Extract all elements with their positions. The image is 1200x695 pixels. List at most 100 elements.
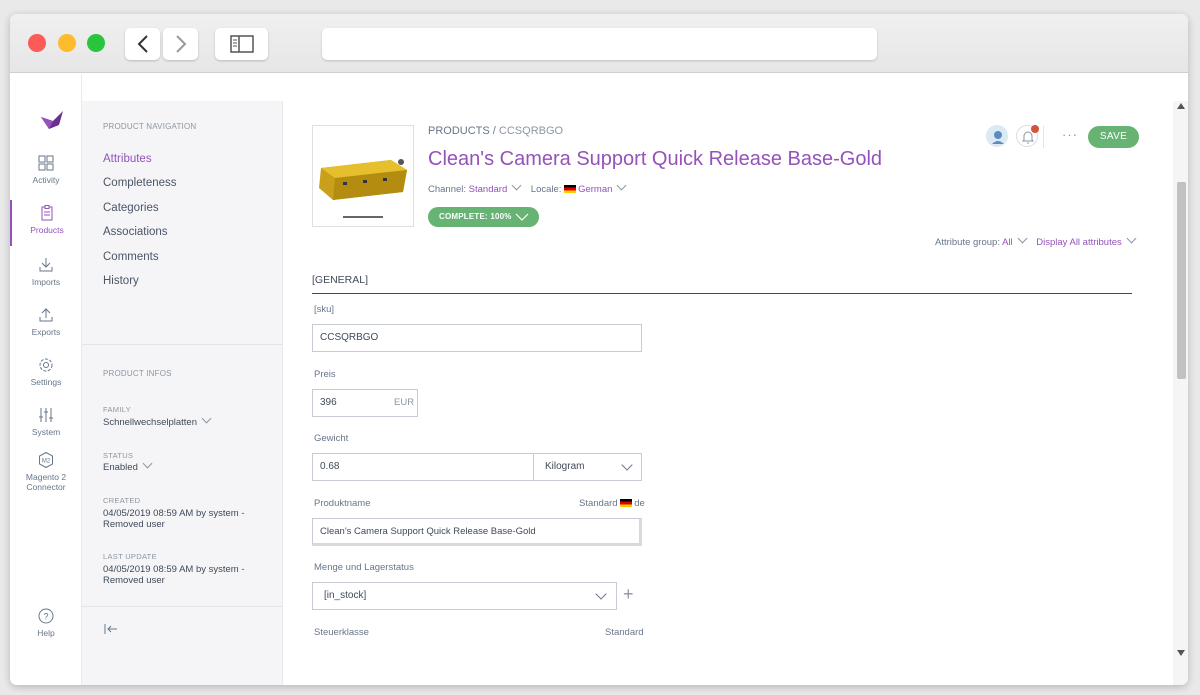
nav-imports-label: Imports — [31, 277, 61, 287]
nav-settings-label: Settings — [30, 377, 62, 387]
attribute-group-dropdown[interactable]: All — [1002, 237, 1013, 248]
scrollbar[interactable] — [1173, 101, 1188, 685]
nav-products-label: Products — [30, 225, 64, 235]
nav-connector-label: Connector — [26, 482, 66, 492]
subnav-associations[interactable]: Associations — [103, 226, 168, 238]
divider — [312, 293, 1132, 294]
locale-dropdown[interactable]: German — [578, 184, 612, 195]
gewicht-field[interactable]: 0.68 — [312, 453, 534, 481]
nav-exports-label: Exports — [31, 327, 61, 337]
maximize-window-button[interactable] — [87, 34, 105, 52]
status-dropdown[interactable]: Enabled — [103, 458, 263, 473]
completeness-badge[interactable]: COMPLETE: 100% — [428, 207, 539, 227]
page-title: Clean's Camera Support Quick Release Bas… — [428, 148, 883, 170]
chevron-down-icon — [1017, 233, 1028, 244]
menge-select[interactable]: [in_stock] — [312, 582, 617, 610]
nav-magento-label: Magento 2 — [25, 472, 67, 482]
browser-toolbar — [10, 14, 1188, 73]
created-label: CREATED — [103, 496, 141, 505]
family-dropdown[interactable]: Schnellwechselplatten — [103, 413, 263, 428]
context-switcher: Channel: Standard Locale: German — [428, 180, 627, 195]
subnav-attributes[interactable]: Attributes — [103, 153, 152, 165]
status-label: STATUS — [103, 451, 134, 460]
gewicht-unit-value: Kilogram — [545, 461, 585, 472]
produktname-scope: Standard de — [579, 498, 645, 509]
nav-activity[interactable]: Activity — [10, 154, 82, 204]
created-value: 04/05/2019 08:59 AM by system - Removed … — [103, 508, 245, 530]
nav-activity-label: Activity — [32, 175, 60, 185]
produktname-locale: de — [634, 498, 645, 509]
breadcrumb-products[interactable]: PRODUCTS — [428, 125, 490, 137]
preis-field[interactable]: 396 EUR — [312, 389, 418, 417]
save-button[interactable]: SAVE — [1088, 126, 1139, 148]
last-update-label: LAST UPDATE — [103, 552, 157, 561]
nav-imports[interactable]: Imports — [10, 256, 82, 306]
nav-exports[interactable]: Exports — [10, 306, 82, 356]
help-icon: ? — [38, 608, 54, 624]
channel-dropdown[interactable]: Standard — [469, 184, 508, 195]
steuerklasse-label: Steuerklasse — [314, 627, 369, 638]
gear-icon — [39, 358, 53, 372]
clipboard-icon — [41, 205, 53, 221]
last-update-value: 04/05/2019 08:59 AM by system - Removed … — [103, 564, 245, 586]
close-window-button[interactable] — [28, 34, 46, 52]
menge-label: Menge und Lagerstatus — [314, 562, 414, 573]
back-button[interactable] — [125, 28, 160, 60]
collapse-sidebar-icon[interactable] — [104, 623, 118, 635]
subnav-comments[interactable]: Comments — [103, 251, 159, 263]
chevron-left-icon — [137, 35, 148, 53]
german-flag-icon — [620, 499, 633, 507]
subnav-categories[interactable]: Categories — [103, 202, 159, 214]
notifications-button[interactable] — [1016, 125, 1039, 147]
subnav-history[interactable]: History — [103, 275, 139, 287]
scroll-up-icon[interactable] — [1177, 103, 1185, 109]
sliders-icon — [39, 408, 53, 422]
address-bar[interactable] — [322, 28, 877, 60]
nav-system-label: System — [31, 427, 61, 437]
add-option-button[interactable]: + — [623, 584, 634, 605]
product-thumbnail[interactable] — [312, 125, 414, 227]
nav-system[interactable]: System — [10, 406, 82, 456]
more-actions-button[interactable]: ··· — [1062, 127, 1078, 142]
produktname-channel: Standard — [579, 498, 618, 509]
chevron-down-icon — [201, 413, 212, 424]
chevron-down-icon — [621, 459, 633, 471]
app-area: Activity Products Imports Exports Settin… — [10, 74, 1188, 685]
sku-field[interactable]: CCSQRBGO — [312, 324, 642, 352]
dashboard-icon — [38, 155, 54, 171]
scrollbar-thumb[interactable] — [1177, 182, 1186, 379]
locale-label: Locale: — [530, 184, 562, 195]
display-attributes-dropdown[interactable]: Display All attributes — [1036, 237, 1122, 248]
nav-products[interactable]: Products — [10, 200, 82, 246]
status-value: Enabled — [103, 462, 138, 473]
german-flag-icon — [564, 185, 577, 193]
channel-label: Channel: — [428, 184, 467, 195]
gewicht-unit-select[interactable]: Kilogram — [533, 453, 642, 481]
preis-value: 396 — [320, 397, 337, 408]
akeneo-logo — [41, 111, 63, 129]
divider — [82, 606, 283, 607]
sidebar-toggle-button[interactable] — [215, 28, 268, 60]
nav-help[interactable]: ? Help — [10, 607, 82, 657]
user-avatar[interactable] — [986, 125, 1008, 147]
forward-button[interactable] — [163, 28, 198, 60]
product-navigation-title: PRODUCT NAVIGATION — [103, 122, 197, 131]
preis-label: Preis — [314, 369, 336, 380]
product-edit-form: PRODUCTS / CCSQRBGO Clean's Camera Suppo… — [283, 74, 1173, 685]
scroll-down-icon[interactable] — [1177, 650, 1185, 656]
menge-value: [in_stock] — [324, 590, 367, 601]
produktname-field[interactable]: Clean's Camera Support Quick Release Bas… — [312, 518, 642, 546]
browser-window: Activity Products Imports Exports Settin… — [10, 14, 1188, 685]
user-icon — [992, 131, 1004, 144]
svg-text:?: ? — [43, 612, 48, 622]
sku-label: [sku] — [314, 304, 335, 315]
nav-settings[interactable]: Settings — [10, 356, 82, 406]
main-navigation: Activity Products Imports Exports Settin… — [10, 74, 82, 685]
minimize-window-button[interactable] — [58, 34, 76, 52]
upload-icon — [39, 308, 53, 322]
preis-currency: EUR — [394, 397, 415, 408]
subnav-completeness[interactable]: Completeness — [103, 177, 177, 189]
completeness-label: COMPLETE: 100% — [439, 212, 512, 221]
product-sidebar: PRODUCT NAVIGATION Attributes Completene… — [82, 101, 283, 685]
nav-magento-connector[interactable]: M2 Magento 2 Connector — [10, 451, 82, 511]
